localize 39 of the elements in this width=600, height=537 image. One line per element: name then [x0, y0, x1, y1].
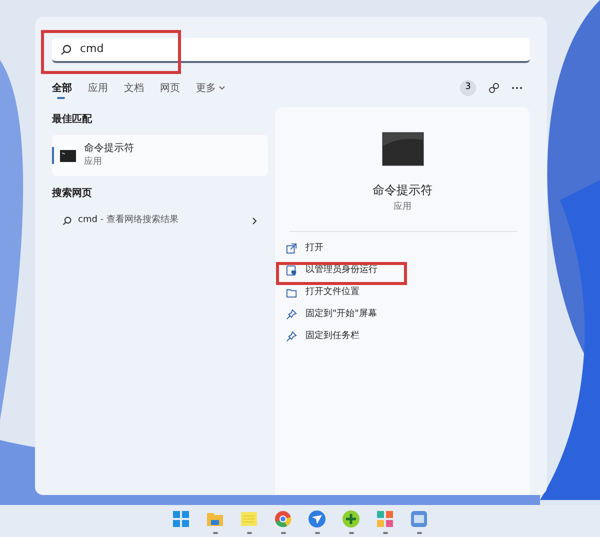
action-item[interactable]: 固定到"开始"屏幕	[280, 304, 524, 326]
web-search-text: cmd - 查看网络搜索结果	[78, 214, 178, 228]
search-icon	[62, 216, 72, 226]
count-badge: 3	[460, 80, 476, 96]
terminal-icon	[382, 132, 424, 166]
action-item[interactable]: 固定到任务栏	[280, 326, 524, 348]
filter-tab[interactable]: 全部	[52, 77, 72, 99]
people-icon[interactable]	[488, 82, 500, 94]
action-item[interactable]: 打开	[280, 238, 524, 260]
open-external-icon	[286, 243, 296, 254]
folder-icon	[286, 287, 296, 298]
app-type: 应用	[394, 201, 412, 214]
app-name: 命令提示符	[84, 142, 134, 156]
pin-icon	[286, 309, 296, 320]
section-heading: 最佳匹配	[52, 112, 93, 127]
app-title: 命令提示符	[372, 182, 432, 199]
plus-circle-icon	[341, 508, 361, 528]
search-icon	[60, 44, 72, 56]
filter-tab[interactable]: 文档	[124, 77, 144, 99]
pin-icon	[286, 331, 296, 342]
search-text: cmd	[80, 41, 104, 58]
filter-tab[interactable]: 网页	[160, 77, 180, 99]
filter-tab[interactable]: 应用	[88, 77, 108, 99]
section-heading: 搜索网页	[52, 186, 93, 201]
chevron-right-icon	[252, 217, 258, 225]
app-type: 应用	[84, 156, 103, 170]
tiles-icon	[375, 508, 395, 528]
search-field[interactable]: cmd	[52, 38, 530, 63]
browser-icon	[273, 508, 293, 528]
windows-logo-icon	[171, 508, 191, 528]
web-search-item[interactable]: cmd - 查看网络搜索结果	[52, 211, 268, 231]
caret-icon	[219, 86, 225, 90]
shield-window-icon	[286, 265, 296, 276]
terminal-icon	[60, 150, 76, 162]
filter-tab[interactable]: 更多	[196, 77, 225, 99]
best-match-item[interactable]: 命令提示符 应用	[52, 135, 268, 176]
app-tile-icon	[409, 508, 429, 528]
action-item[interactable]: 以管理员身份运行	[280, 260, 524, 282]
action-item[interactable]: 打开文件位置	[280, 282, 524, 304]
